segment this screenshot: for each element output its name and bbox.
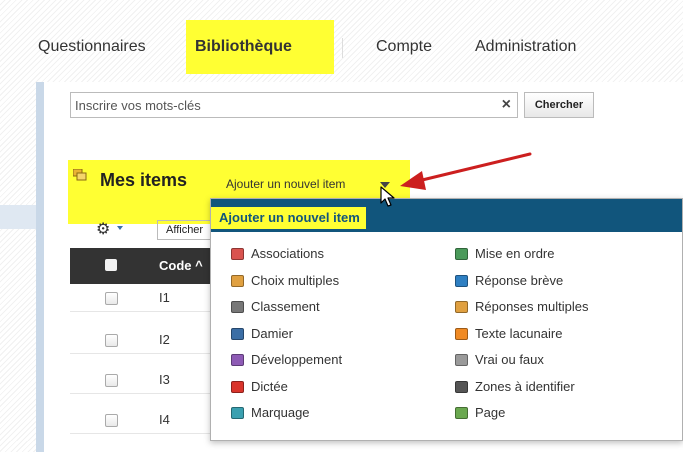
- gear-caret-icon[interactable]: [117, 226, 123, 230]
- item-type-icon: [455, 354, 468, 366]
- menu-item-label: Damier: [251, 325, 293, 341]
- menu-item-label: Choix multiples: [251, 272, 340, 288]
- menu-item-label: Zones à identifier: [475, 378, 575, 394]
- row-checkbox[interactable]: [105, 414, 118, 427]
- nav-questionnaires[interactable]: Questionnaires: [38, 38, 146, 56]
- item-type-icon: [231, 380, 244, 393]
- search-button[interactable]: Chercher: [524, 92, 594, 118]
- page-title: Mes items: [100, 170, 188, 190]
- menu-item-label: Développement: [251, 352, 343, 367]
- menu-item-label: Texte lacunaire: [475, 325, 563, 341]
- item-type-icon: [231, 327, 244, 340]
- select-all-checkbox[interactable]: [105, 259, 117, 271]
- left-strip: [0, 205, 36, 229]
- row-checkbox[interactable]: [105, 292, 118, 305]
- gear-icon[interactable]: ⚙: [96, 219, 110, 239]
- items-icon: [73, 169, 87, 181]
- menu-item[interactable]: Réponses multiples: [455, 298, 588, 316]
- item-type-icon: [231, 407, 244, 419]
- show-select[interactable]: Afficher: [157, 220, 213, 240]
- menu-item[interactable]: Dictée: [231, 378, 288, 396]
- menu-item[interactable]: Réponse brève: [455, 272, 563, 290]
- menu-item[interactable]: Marquage: [231, 404, 310, 422]
- menu-item[interactable]: Texte lacunaire: [455, 325, 562, 343]
- menu-item-label: Réponses multiples: [475, 299, 589, 314]
- item-type-icon: [231, 301, 244, 313]
- clear-icon[interactable]: ×: [502, 96, 511, 114]
- menu-item[interactable]: Associations: [231, 245, 324, 263]
- menu-item[interactable]: Mise en ordre: [455, 245, 554, 263]
- item-type-icon: [231, 248, 244, 260]
- item-type-icon: [455, 407, 468, 419]
- menu-item[interactable]: Page: [455, 404, 505, 422]
- item-type-icon: [455, 380, 468, 393]
- row-code: I2: [159, 332, 170, 347]
- menu-item[interactable]: Vrai ou faux: [455, 351, 544, 369]
- nav-bibliotheque[interactable]: Bibliothèque: [195, 38, 292, 56]
- search-box: ×: [70, 92, 518, 118]
- menu-item[interactable]: Classement: [231, 298, 320, 316]
- mouse-pointer-icon: [380, 186, 395, 207]
- item-type-icon: [455, 274, 468, 287]
- row-code: I3: [159, 372, 170, 387]
- item-type-icon: [455, 248, 468, 260]
- menu-item[interactable]: Zones à identifier: [455, 378, 575, 396]
- menu-header: Ajouter un nouvel item: [211, 199, 682, 232]
- menu-item-label: Mise en ordre: [475, 246, 555, 261]
- menu-item[interactable]: Choix multiples: [231, 272, 339, 290]
- item-type-icon: [455, 327, 468, 340]
- menu-item[interactable]: Développement: [231, 351, 342, 369]
- nav-administration[interactable]: Administration: [475, 38, 576, 56]
- code-column-header[interactable]: Code ^: [159, 258, 203, 273]
- add-item-menu: Ajouter un nouvel item Associations Choix…: [210, 198, 683, 441]
- top-navigation: Questionnaires Bibliothèque Compte Admin…: [0, 0, 683, 84]
- nav-separator: [342, 38, 343, 58]
- menu-item-label: Dictée: [251, 378, 288, 394]
- menu-header-label: Ajouter un nouvel item: [211, 207, 366, 229]
- menu-item-label: Classement: [251, 299, 320, 314]
- row-checkbox[interactable]: [105, 334, 118, 347]
- search-input[interactable]: [75, 96, 455, 114]
- menu-item-label: Réponse brève: [475, 272, 564, 288]
- row-code: I1: [159, 290, 170, 305]
- nav-compte[interactable]: Compte: [376, 38, 432, 56]
- row-code: I4: [159, 412, 170, 427]
- menu-item-label: Page: [475, 405, 506, 420]
- menu-item-label: Associations: [251, 246, 324, 261]
- menu-item-label: Marquage: [251, 405, 310, 420]
- menu-item-label: Vrai ou faux: [475, 352, 544, 367]
- menu-item[interactable]: Damier: [231, 325, 293, 343]
- item-type-icon: [231, 354, 244, 366]
- item-type-icon: [231, 274, 244, 287]
- item-type-icon: [455, 301, 468, 313]
- row-checkbox[interactable]: [105, 374, 118, 387]
- add-item-link[interactable]: Ajouter un nouvel item: [226, 177, 345, 191]
